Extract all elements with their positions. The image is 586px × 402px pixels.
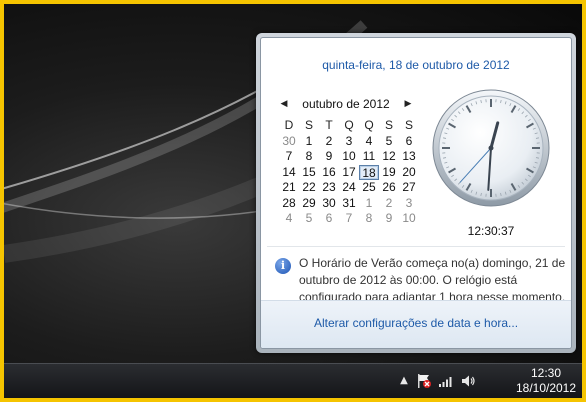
notification-area: ▲ 12:30 18/10/2012 [392, 364, 582, 398]
flyout-panel: quinta-feira, 18 de outubro de 2012 ◀ ou… [260, 37, 572, 349]
calendar-day[interactable]: 20 [399, 165, 419, 181]
previous-month-button[interactable]: ◀ [277, 96, 291, 112]
info-icon: i [275, 258, 291, 274]
analog-clock [432, 89, 550, 207]
calendar-day[interactable]: 17 [339, 165, 359, 181]
taskbar-clock[interactable]: 12:30 18/10/2012 [512, 366, 580, 397]
calendar-day[interactable]: 30 [279, 134, 299, 150]
taskbar-date: 18/10/2012 [515, 381, 577, 395]
weekday-header: S [404, 118, 413, 132]
calendar-day[interactable]: 2 [379, 196, 399, 212]
flyout-footer: Alterar configurações de data e hora... [261, 300, 571, 348]
weekday-header: T [325, 118, 333, 132]
calendar-day[interactable]: 26 [379, 180, 399, 196]
calendar-day[interactable]: 16 [319, 165, 339, 181]
desktop: quinta-feira, 18 de outubro de 2012 ◀ ou… [4, 4, 582, 398]
dst-notice: O Horário de Verão começa no(a) domingo,… [299, 256, 566, 304]
change-date-time-settings-link[interactable]: Alterar configurações de data e hora... [261, 316, 571, 330]
calendar-day[interactable]: 7 [279, 149, 299, 165]
calendar-day[interactable]: 6 [399, 134, 419, 150]
calendar-header: ◀ outubro de 2012 ▶ [277, 96, 415, 112]
separator [267, 246, 565, 247]
calendar-day[interactable]: 23 [319, 180, 339, 196]
weekday-header: D [284, 118, 294, 132]
calendar-day[interactable]: 7 [339, 211, 359, 227]
calendar-day[interactable]: 30 [319, 196, 339, 212]
calendar-day[interactable]: 13 [399, 149, 419, 165]
calendar-day[interactable]: 9 [319, 149, 339, 165]
calendar-day[interactable]: 15 [299, 165, 319, 181]
calendar-day[interactable]: 4 [279, 211, 299, 227]
action-center-flag-icon[interactable] [416, 373, 432, 389]
calendar-day[interactable]: 19 [379, 165, 399, 181]
volume-speaker-icon[interactable] [460, 373, 476, 389]
calendar-day[interactable]: 22 [299, 180, 319, 196]
calendar-day[interactable]: 14 [279, 165, 299, 181]
calendar-day[interactable]: 8 [299, 149, 319, 165]
calendar-day[interactable]: 3 [339, 134, 359, 150]
calendar-day[interactable]: 1 [299, 134, 319, 150]
date-time-flyout: quinta-feira, 18 de outubro de 2012 ◀ ou… [256, 33, 576, 353]
calendar-day[interactable]: 10 [339, 149, 359, 165]
weekday-header: S [384, 118, 393, 132]
calendar-day[interactable]: 8 [359, 211, 379, 227]
calendar-day[interactable]: 29 [299, 196, 319, 212]
calendar-day[interactable]: 5 [299, 211, 319, 227]
show-hidden-icons-button[interactable]: ▲ [396, 374, 412, 390]
calendar-day[interactable]: 25 [359, 180, 379, 196]
calendar-grid: D S T Q Q S S 30 1 2 3 4 5 6 7 8 9 10 11 12 13 14 15 16 17 18 19 20… [279, 118, 419, 227]
calendar-day[interactable]: 12 [379, 149, 399, 165]
digital-time: 12:30:37 [467, 224, 515, 238]
taskbar: ▲ 12:30 18/10/2012 [4, 363, 582, 398]
next-month-button[interactable]: ▶ [401, 96, 415, 112]
long-date-link[interactable]: quinta-feira, 18 de outubro de 2012 [261, 58, 571, 72]
calendar-day[interactable]: 21 [279, 180, 299, 196]
calendar-day[interactable]: 6 [319, 211, 339, 227]
calendar-day[interactable]: 10 [399, 211, 419, 227]
weekday-header: Q [344, 118, 354, 132]
calendar-day-today[interactable]: 18 [359, 164, 379, 180]
calendar-day[interactable]: 4 [359, 134, 379, 150]
calendar-day[interactable]: 3 [399, 196, 419, 212]
calendar-day[interactable]: 27 [399, 180, 419, 196]
calendar-day[interactable]: 2 [319, 134, 339, 150]
calendar-day[interactable]: 9 [379, 211, 399, 227]
calendar-day[interactable]: 1 [359, 196, 379, 212]
month-title[interactable]: outubro de 2012 [291, 96, 401, 112]
taskbar-time: 12:30 [530, 366, 562, 380]
calendar-day[interactable]: 24 [339, 180, 359, 196]
weekday-header: S [304, 118, 313, 132]
calendar-day[interactable]: 28 [279, 196, 299, 212]
weekday-header: Q [364, 118, 374, 132]
calendar-day[interactable]: 11 [359, 149, 379, 165]
calendar-day[interactable]: 31 [339, 196, 359, 212]
calendar-day[interactable]: 5 [379, 134, 399, 150]
network-signal-icon[interactable] [438, 373, 454, 389]
